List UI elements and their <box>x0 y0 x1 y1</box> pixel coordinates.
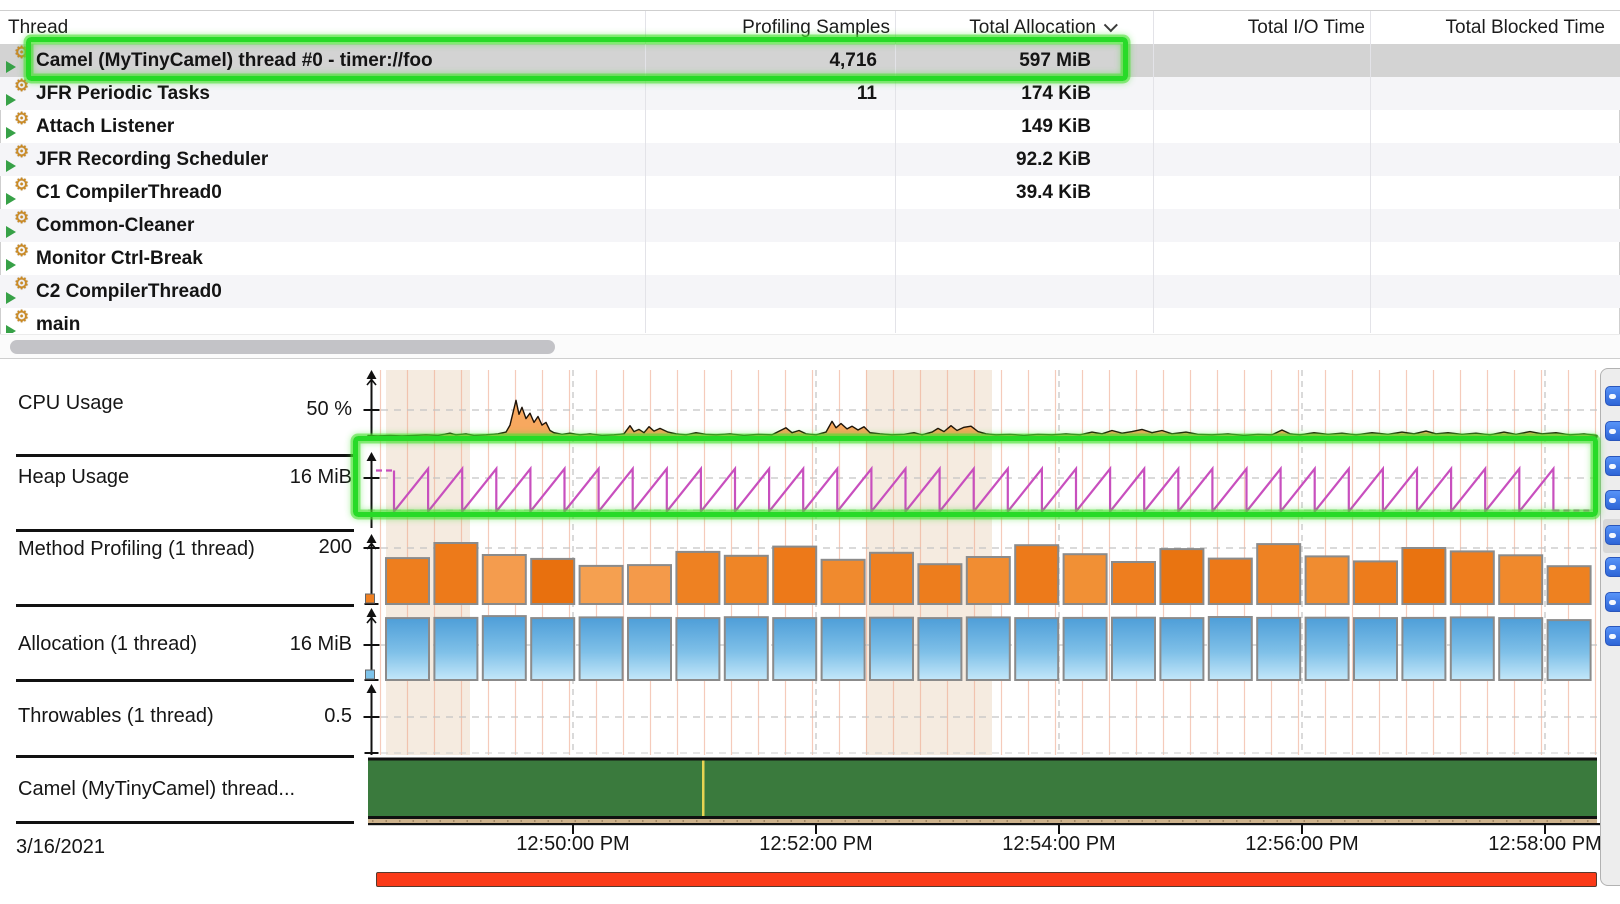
lane-separator <box>16 529 354 532</box>
range-navigator-bar[interactable] <box>376 872 1597 887</box>
lane-separator <box>16 604 354 607</box>
toolbar-button-8[interactable] <box>1605 626 1620 646</box>
lane-label-2[interactable]: Heap Usage <box>18 466 129 489</box>
time-tick-label: 12:58:00 PM <box>1450 833 1620 856</box>
time-tick-label: 12:56:00 PM <box>1207 833 1397 856</box>
time-tick-label: 12:54:00 PM <box>964 833 1154 856</box>
lane-separator <box>16 821 354 824</box>
lane-label-5[interactable]: Throwables (1 thread) <box>18 705 214 728</box>
lane-separator <box>16 679 354 682</box>
date-label: 3/16/2021 <box>16 836 105 859</box>
toolbar-button-3[interactable] <box>1605 456 1620 476</box>
lane-separator <box>16 755 354 758</box>
toolbar-button-2[interactable] <box>1605 421 1620 441</box>
lane-axis-tick-label: 0.5 <box>202 705 352 728</box>
time-tick-label: 12:52:00 PM <box>721 833 911 856</box>
lane-axis-tick-label: 50 % <box>202 398 352 421</box>
profiler-window: ThreadProfiling SamplesTotal AllocationT… <box>0 0 1620 904</box>
lane-axis-tick-label: 16 MiB <box>202 466 352 489</box>
time-tick-label: 12:50:00 PM <box>478 833 668 856</box>
lane-axis-tick-label: 16 MiB <box>202 633 352 656</box>
lane-label-6[interactable]: Camel (MyTinyCamel) thread... <box>18 778 295 801</box>
toolbar-button-7[interactable] <box>1605 592 1620 612</box>
toolbar-button-5[interactable] <box>1605 525 1620 545</box>
lane-separator <box>16 454 354 457</box>
chart-side-toolbar <box>1600 368 1620 886</box>
toolbar-button-6[interactable] <box>1605 557 1620 577</box>
toolbar-button-1[interactable] <box>1605 386 1620 406</box>
lane-label-1[interactable]: CPU Usage <box>18 392 124 415</box>
timeline-chart-area[interactable] <box>0 0 1620 904</box>
lane-label-3[interactable]: Method Profiling (1 thread) <box>18 538 255 561</box>
lane-label-4[interactable]: Allocation (1 thread) <box>18 633 197 656</box>
toolbar-button-4[interactable] <box>1605 490 1620 510</box>
